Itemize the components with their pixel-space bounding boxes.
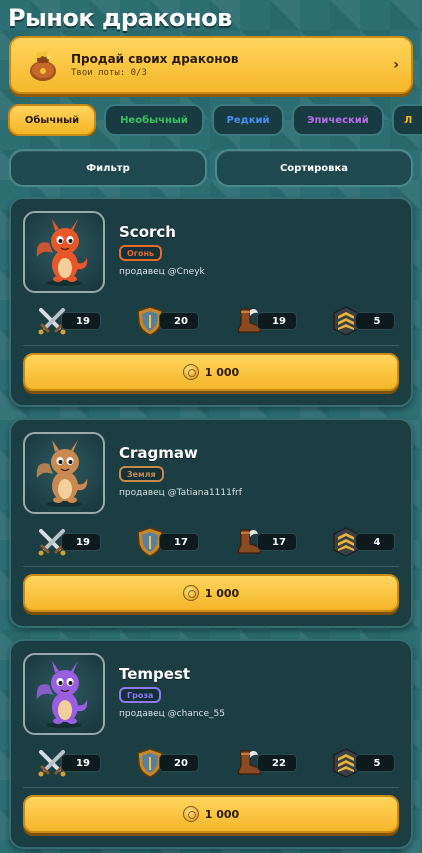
page-title: Рынок драконов xyxy=(8,4,232,32)
speed-stat: 22 xyxy=(231,746,301,778)
speed-value: 19 xyxy=(257,312,297,330)
coin-icon xyxy=(182,585,199,601)
rank-stat: 5 xyxy=(329,304,399,336)
rank-value: 4 xyxy=(355,533,395,551)
sort-label: Сортировка xyxy=(279,162,349,174)
defense-value: 20 xyxy=(159,312,199,330)
price-label: 1 000 xyxy=(204,365,240,379)
defense-value: 20 xyxy=(159,754,199,772)
dragon-name: Scorch xyxy=(119,223,176,241)
attack-stat: 19 xyxy=(35,525,105,557)
defense-value: 17 xyxy=(159,533,199,551)
buy-button[interactable]: 1 000 xyxy=(23,795,399,833)
sell-banner-title: Продай своих драконов xyxy=(71,52,239,66)
speed-value: 22 xyxy=(257,754,297,772)
tab-rare[interactable]: Редкий xyxy=(212,104,284,136)
coin-icon xyxy=(182,806,199,822)
divider xyxy=(23,345,399,346)
tab-label: Эпический xyxy=(307,114,369,126)
dragon-listing-card: Cragmaw Земля продавец @Tatiana1111frf 1… xyxy=(9,418,413,628)
tab-label: Л xyxy=(404,114,413,126)
dragon-name: Cragmaw xyxy=(119,444,198,462)
rank-stat: 5 xyxy=(329,746,399,778)
price-label: 1 000 xyxy=(204,586,240,600)
speed-stat: 17 xyxy=(231,525,301,557)
attack-stat: 19 xyxy=(35,304,105,336)
divider xyxy=(23,566,399,567)
sort-button[interactable]: Сортировка xyxy=(215,149,413,187)
divider xyxy=(23,787,399,788)
dragon-listing-card: Scorch Огонь продавец @Cneyk 19 20 19 5 … xyxy=(9,197,413,407)
tab-label: Редкий xyxy=(226,114,270,126)
tab-epic[interactable]: Эпический xyxy=(292,104,384,136)
dragon-avatar xyxy=(23,432,105,514)
dragon-name: Tempest xyxy=(119,665,191,683)
defense-stat: 17 xyxy=(133,525,203,557)
rank-value: 5 xyxy=(355,754,395,772)
seller-name: продавец @chance_55 xyxy=(119,709,225,719)
dragon-listing-card: Tempest Гроза продавец @chance_55 19 20 … xyxy=(9,639,413,849)
tab-uncommon[interactable]: Необычный xyxy=(104,104,204,136)
chevron-right-icon: › xyxy=(393,57,399,73)
attack-value: 19 xyxy=(61,754,101,772)
seller-name: продавец @Tatiana1111frf xyxy=(119,488,242,498)
rank-value: 5 xyxy=(355,312,395,330)
seller-name: продавец @Cneyk xyxy=(119,267,205,277)
element-badge: Огонь xyxy=(119,245,163,261)
treasure-bag-icon xyxy=(25,47,61,83)
rank-stat: 4 xyxy=(329,525,399,557)
speed-value: 17 xyxy=(257,533,297,551)
tab-label: Обычный xyxy=(24,114,80,126)
attack-value: 19 xyxy=(61,533,101,551)
dragon-avatar xyxy=(23,653,105,735)
speed-stat: 19 xyxy=(231,304,301,336)
defense-stat: 20 xyxy=(133,746,203,778)
attack-value: 19 xyxy=(61,312,101,330)
sell-dragons-banner[interactable]: Продай своих драконов Твои лоты: 0/3 › xyxy=(9,36,413,94)
filter-label: Фильтр xyxy=(86,162,130,174)
buy-button[interactable]: 1 000 xyxy=(23,574,399,612)
attack-stat: 19 xyxy=(35,746,105,778)
element-badge: Земля xyxy=(119,466,164,482)
defense-stat: 20 xyxy=(133,304,203,336)
dragon-avatar xyxy=(23,211,105,293)
rarity-tabs: Обычный Необычный Редкий Эпический Л xyxy=(8,104,422,136)
coin-icon xyxy=(182,364,199,380)
tab-legendary[interactable]: Л xyxy=(392,104,422,136)
tab-label: Необычный xyxy=(120,114,188,126)
tab-common[interactable]: Обычный xyxy=(8,104,96,136)
price-label: 1 000 xyxy=(204,807,240,821)
lots-counter: Твои лоты: 0/3 xyxy=(71,68,147,78)
element-badge: Гроза xyxy=(119,687,162,703)
buy-button[interactable]: 1 000 xyxy=(23,353,399,391)
filter-button[interactable]: Фильтр xyxy=(9,149,207,187)
